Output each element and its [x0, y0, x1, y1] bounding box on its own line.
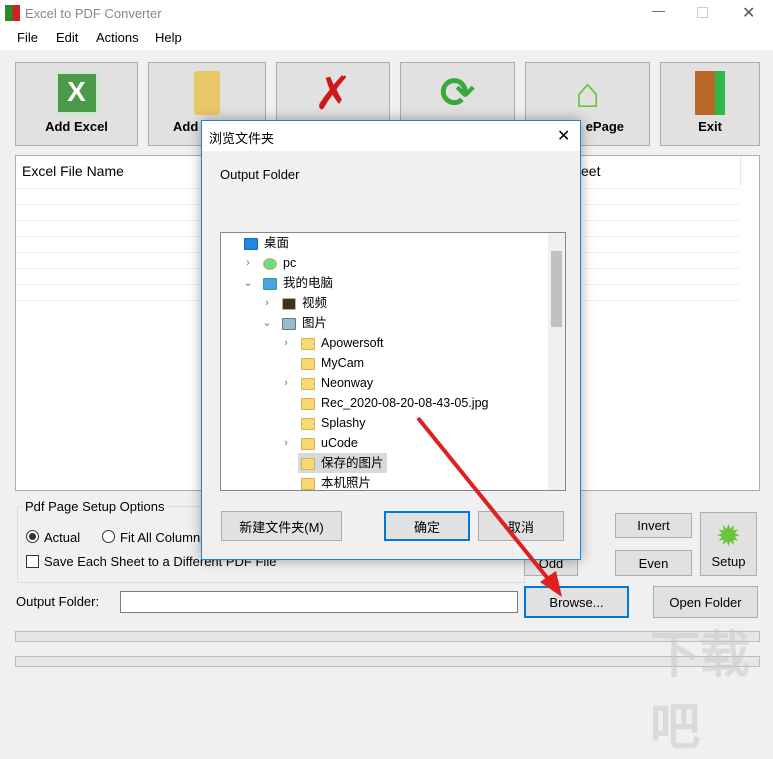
video-icon — [282, 297, 296, 310]
tree-item[interactable]: 桌面 — [221, 233, 548, 253]
exit-button[interactable]: Exit — [660, 62, 760, 146]
watermark-logo: 下载吧 — [650, 627, 750, 755]
dialog-close-button[interactable]: ✕ — [557, 126, 570, 146]
tree-item[interactable]: › pc — [221, 253, 548, 273]
tree-item-label: Rec_2020-08-20-08-43-05.jpg — [321, 396, 489, 410]
app-icon — [5, 5, 20, 21]
folder-icon — [301, 417, 315, 430]
title-bar: Excel to PDF Converter — ✕ — [0, 0, 773, 26]
radio-fit-label[interactable]: Fit All Columns — [120, 530, 207, 545]
user-icon — [263, 257, 277, 270]
minimize-button[interactable]: — — [652, 3, 665, 18]
tree-item-label: pc — [283, 256, 297, 270]
tree-item-label: MyCam — [321, 356, 365, 370]
chevron-right-icon[interactable]: › — [261, 293, 273, 313]
cancel-button[interactable]: 取消 — [478, 511, 564, 541]
tree-item-label: Splashy — [321, 416, 366, 430]
tree-item-label: 图片 — [302, 316, 328, 330]
maximize-button[interactable] — [697, 7, 708, 18]
delete-x-icon: ✗ — [313, 67, 353, 119]
open-folder-button[interactable]: Open Folder — [653, 586, 758, 618]
column-header-file-name[interactable]: Excel File Name — [22, 163, 124, 179]
tree-item[interactable]: ⌄ 图片 — [221, 313, 548, 333]
tree-item[interactable]: › Apowersoft — [221, 333, 548, 353]
radio-fit-all-columns[interactable] — [102, 530, 115, 543]
folder-icon — [301, 337, 315, 350]
tree-item[interactable]: › 视频 — [221, 293, 548, 313]
refresh-icon: ⟳ — [439, 69, 476, 116]
tree-item[interactable]: 本机照片 — [221, 473, 548, 490]
folder-tree[interactable]: 桌面 › pc ⌄ 我的电脑 › 视频 ⌄ 图片 › Apowersoft MyCam › Neonway… — [220, 232, 566, 491]
menu-bar: File Edit Actions Help — [0, 26, 773, 50]
tree-item-label: uCode — [321, 436, 358, 450]
tree-item-label: 视频 — [302, 296, 328, 310]
folder-icon — [301, 377, 315, 390]
folder-icon — [301, 457, 315, 470]
save-each-sheet-checkbox[interactable] — [26, 555, 39, 568]
menu-edit[interactable]: Edit — [56, 30, 78, 45]
output-folder-label: Output Folder: — [16, 594, 100, 609]
tree-item-label: 保存的图片 — [321, 456, 384, 470]
home-icon: ⌂ — [574, 69, 601, 116]
folder-icon — [301, 397, 315, 410]
tree-item-label: 本机照片 — [321, 476, 372, 490]
radio-actual-label[interactable]: Actual — [44, 530, 80, 545]
tree-item[interactable]: Rec_2020-08-20-08-43-05.jpg — [221, 393, 548, 413]
tree-item[interactable]: Splashy — [221, 413, 548, 433]
folder-icon — [301, 437, 315, 450]
chevron-down-icon[interactable]: ⌄ — [261, 313, 273, 333]
exit-door-icon — [695, 71, 725, 115]
folder-icon — [194, 71, 220, 115]
tree-item-label: Neonway — [321, 376, 374, 390]
tree-scrollbar[interactable] — [548, 233, 565, 490]
new-folder-button[interactable]: 新建文件夹(M) — [221, 511, 342, 541]
dialog-prompt: Output Folder — [220, 167, 300, 182]
progress-bar-2 — [15, 656, 760, 667]
even-button[interactable]: Even — [615, 550, 692, 576]
desktop-icon — [244, 237, 258, 250]
group-title: Pdf Page Setup Options — [22, 499, 168, 514]
invert-button[interactable]: Invert — [615, 513, 692, 538]
chevron-right-icon[interactable]: › — [280, 433, 292, 453]
tree-item[interactable]: › uCode — [221, 433, 548, 453]
browse-folder-dialog: 浏览文件夹 ✕ Output Folder 桌面 › pc ⌄ 我的电脑 › 视频 ⌄ 图片 › A… — [201, 120, 581, 560]
tree-item-label: 我的电脑 — [283, 276, 334, 290]
chevron-right-icon[interactable]: › — [280, 373, 292, 393]
tree-item-label: Apowersoft — [321, 336, 384, 350]
tree-item[interactable]: › Neonway — [221, 373, 548, 393]
ok-button[interactable]: 确定 — [384, 511, 470, 541]
tree-item-label: 桌面 — [264, 236, 290, 250]
chevron-right-icon[interactable]: › — [242, 253, 254, 273]
scroll-thumb[interactable] — [551, 251, 562, 327]
setup-button[interactable]: ✹ Setup — [700, 512, 757, 576]
folder-icon — [301, 477, 315, 490]
pictures-icon — [282, 317, 296, 330]
dialog-title: 浏览文件夹 — [209, 131, 275, 146]
menu-file[interactable]: File — [17, 30, 38, 45]
chevron-down-icon[interactable]: ⌄ — [242, 273, 254, 293]
window-title: Excel to PDF Converter — [25, 6, 162, 21]
excel-icon: X — [54, 71, 99, 115]
computer-icon — [263, 277, 277, 290]
close-button[interactable]: ✕ — [742, 3, 755, 23]
browse-button[interactable]: Browse... — [524, 586, 629, 618]
tree-item[interactable]: 保存的图片 — [221, 453, 548, 473]
progress-bar-1 — [15, 631, 760, 642]
chevron-right-icon[interactable]: › — [280, 333, 292, 353]
tree-item[interactable]: ⌄ 我的电脑 — [221, 273, 548, 293]
radio-actual[interactable] — [26, 530, 39, 543]
folder-icon — [301, 357, 315, 370]
column-header-sheet[interactable]: eet — [581, 163, 600, 179]
output-folder-input[interactable] — [120, 591, 518, 613]
menu-actions[interactable]: Actions — [96, 30, 139, 45]
tree-item[interactable]: MyCam — [221, 353, 548, 373]
menu-help[interactable]: Help — [155, 30, 182, 45]
add-excel-button[interactable]: X Add Excel — [15, 62, 138, 146]
gear-icon: ✹ — [715, 519, 742, 553]
